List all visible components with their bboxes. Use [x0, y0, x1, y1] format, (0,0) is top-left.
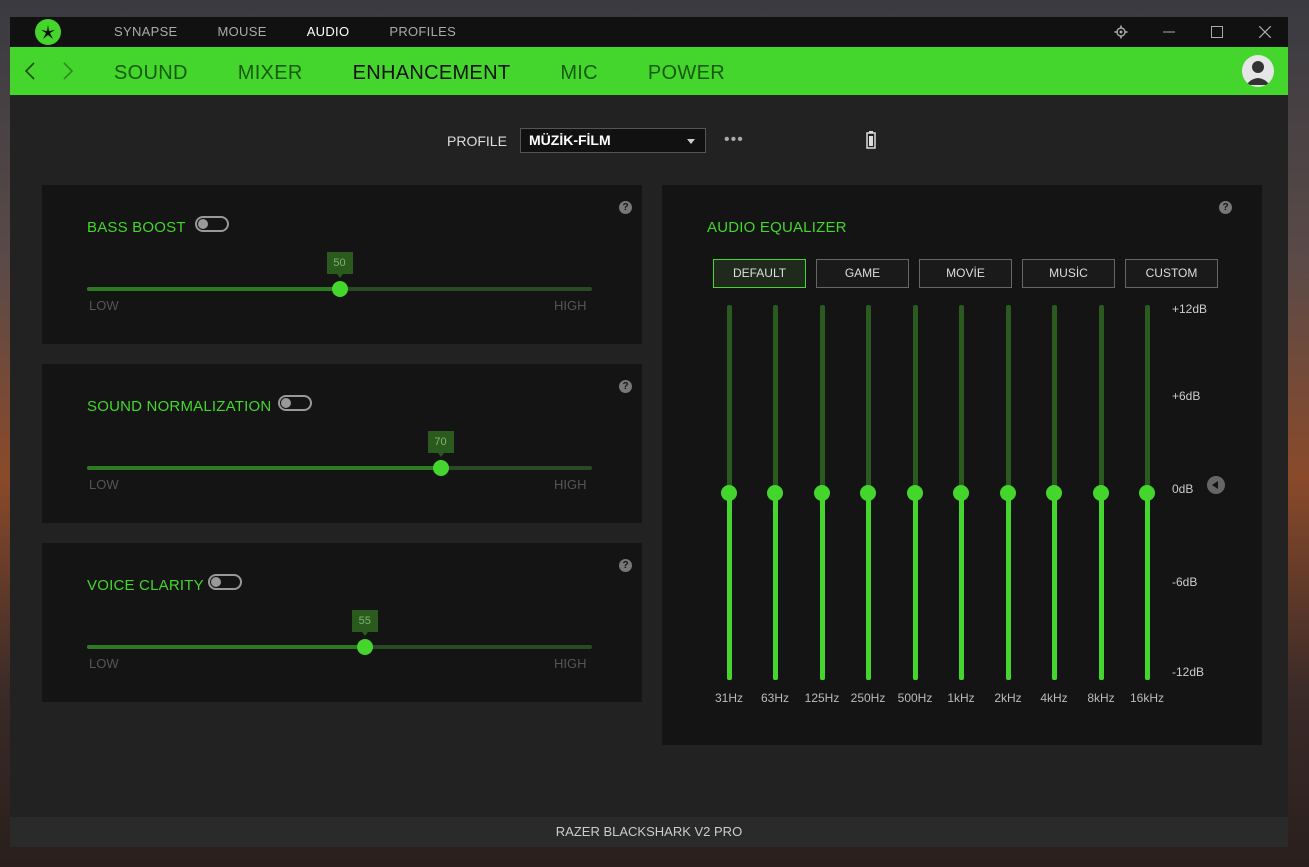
- forward-arrow-icon[interactable]: [58, 59, 78, 83]
- eq-band-2khz[interactable]: 2kHz: [990, 305, 1026, 705]
- voice-clarity-toggle[interactable]: [208, 574, 242, 590]
- minimize-icon[interactable]: [1157, 17, 1181, 47]
- help-icon[interactable]: ?: [619, 380, 632, 393]
- sound-normalization-title: SOUND NORMALIZATION: [87, 398, 272, 415]
- low-label: LOW: [89, 298, 119, 313]
- tab-power[interactable]: POWER: [648, 47, 725, 95]
- preset-custom-button[interactable]: CUSTOM: [1125, 259, 1218, 288]
- audio-equalizer-title: AUDIO EQUALIZER: [707, 219, 847, 236]
- user-avatar-icon[interactable]: [1242, 55, 1274, 87]
- slider-value-bubble: 55: [351, 610, 378, 636]
- help-icon[interactable]: ?: [1219, 201, 1232, 214]
- top-nav-mouse[interactable]: MOUSE: [218, 17, 267, 47]
- db-label-minus12: -12dB: [1172, 665, 1205, 679]
- top-nav-synapse[interactable]: SYNAPSE: [114, 17, 178, 47]
- tab-mixer[interactable]: MIXER: [238, 47, 303, 95]
- audio-equalizer-panel: ? AUDIO EQUALIZER DEFAULT GAME MOVİE MUS…: [662, 185, 1262, 745]
- eq-thumb[interactable]: [1046, 484, 1062, 501]
- back-arrow-icon[interactable]: [20, 59, 40, 83]
- sound-normalization-toggle[interactable]: [278, 395, 312, 411]
- eq-thumb[interactable]: [1000, 484, 1016, 501]
- high-label: HIGH: [554, 477, 587, 492]
- battery-icon: [866, 131, 876, 154]
- eq-presets: DEFAULT GAME MOVİE MUSİC CUSTOM: [713, 259, 1228, 288]
- eq-thumb[interactable]: [767, 484, 783, 501]
- eq-band-250hz[interactable]: 250Hz: [850, 305, 886, 705]
- slider-value-bubble: 70: [427, 431, 454, 457]
- device-footer: RAZER BLACKSHARK V2 PRO: [10, 817, 1288, 847]
- eq-band-63hz[interactable]: 63Hz: [757, 305, 793, 705]
- eq-band-1khz[interactable]: 1kHz: [943, 305, 979, 705]
- sub-nav: SOUND MIXER ENHANCEMENT MIC POWER: [114, 47, 775, 95]
- title-bar: SYNAPSE MOUSE AUDIO PROFILES: [10, 17, 1288, 47]
- slider-thumb[interactable]: [331, 281, 348, 297]
- bass-boost-toggle[interactable]: [195, 216, 229, 232]
- sound-normalization-slider[interactable]: 70: [87, 431, 592, 479]
- db-label-plus12: +12dB: [1172, 302, 1208, 316]
- reset-eq-icon[interactable]: [1207, 476, 1225, 494]
- eq-band-4khz[interactable]: 4kHz: [1036, 305, 1072, 705]
- preset-movie-button[interactable]: MOVİE: [919, 259, 1012, 288]
- high-label: HIGH: [554, 656, 587, 671]
- slider-thumb[interactable]: [432, 460, 449, 476]
- eq-thumb[interactable]: [1139, 484, 1155, 501]
- sound-normalization-panel: ? SOUND NORMALIZATION 70 LOW HIGH: [42, 364, 642, 523]
- high-label: HIGH: [554, 298, 587, 313]
- sub-nav-bar: SOUND MIXER ENHANCEMENT MIC POWER: [10, 47, 1288, 95]
- eq-thumb[interactable]: [721, 484, 737, 501]
- eq-band-125hz[interactable]: 125Hz: [804, 305, 840, 705]
- close-icon[interactable]: [1253, 17, 1277, 47]
- profile-selected-value: MÜZİK-FİLM: [529, 132, 611, 148]
- low-label: LOW: [89, 656, 119, 671]
- eq-thumb[interactable]: [860, 484, 876, 501]
- tab-mic[interactable]: MIC: [560, 47, 598, 95]
- tab-sound[interactable]: SOUND: [114, 47, 188, 95]
- voice-clarity-panel: ? VOICE CLARITY 55 LOW HIGH: [42, 543, 642, 702]
- preset-game-button[interactable]: GAME: [816, 259, 909, 288]
- db-label-plus6: +6dB: [1172, 389, 1201, 403]
- low-label: LOW: [89, 477, 119, 492]
- profile-dropdown[interactable]: MÜZİK-FİLM: [520, 128, 706, 153]
- slider-value-bubble: 50: [326, 252, 353, 278]
- voice-clarity-slider[interactable]: 55: [87, 610, 592, 658]
- synapse-window: SYNAPSE MOUSE AUDIO PROFILES SOUND MIXER…: [10, 17, 1288, 847]
- more-options-icon[interactable]: •••: [724, 131, 744, 149]
- bass-boost-panel: ? BASS BOOST 50 LOW HIGH: [42, 185, 642, 344]
- db-label-minus6: -6dB: [1172, 575, 1198, 589]
- help-icon[interactable]: ?: [619, 201, 632, 214]
- eq-band-500hz[interactable]: 500Hz: [897, 305, 933, 705]
- bass-boost-slider[interactable]: 50: [87, 252, 592, 300]
- db-label-zero: 0dB: [1172, 482, 1194, 496]
- eq-thumb[interactable]: [814, 484, 830, 501]
- help-icon[interactable]: ?: [619, 559, 632, 572]
- maximize-icon[interactable]: [1205, 17, 1229, 47]
- eq-band-31hz[interactable]: 31Hz: [711, 305, 747, 705]
- top-nav-profiles[interactable]: PROFILES: [389, 17, 456, 47]
- tab-enhancement[interactable]: ENHANCEMENT: [353, 47, 511, 95]
- eq-freq-label: 16kHz: [1129, 691, 1164, 705]
- slider-thumb[interactable]: [356, 639, 373, 655]
- chevron-down-icon: [687, 139, 695, 144]
- eq-band-8khz[interactable]: 8kHz: [1083, 305, 1119, 705]
- settings-gear-icon[interactable]: [1109, 17, 1133, 47]
- razer-logo-icon[interactable]: [35, 19, 61, 45]
- preset-default-button[interactable]: DEFAULT: [713, 259, 806, 288]
- preset-music-button[interactable]: MUSİC: [1022, 259, 1115, 288]
- bass-boost-title: BASS BOOST: [87, 219, 186, 236]
- top-nav-audio[interactable]: AUDIO: [307, 17, 350, 47]
- eq-band-16khz[interactable]: 16kHz: [1129, 305, 1165, 705]
- eq-thumb[interactable]: [907, 484, 923, 501]
- eq-thumb[interactable]: [1093, 484, 1109, 501]
- profile-label: PROFILE: [447, 133, 507, 149]
- top-nav: SYNAPSE MOUSE AUDIO PROFILES: [114, 17, 496, 47]
- eq-thumb[interactable]: [953, 484, 969, 501]
- voice-clarity-title: VOICE CLARITY: [87, 577, 204, 594]
